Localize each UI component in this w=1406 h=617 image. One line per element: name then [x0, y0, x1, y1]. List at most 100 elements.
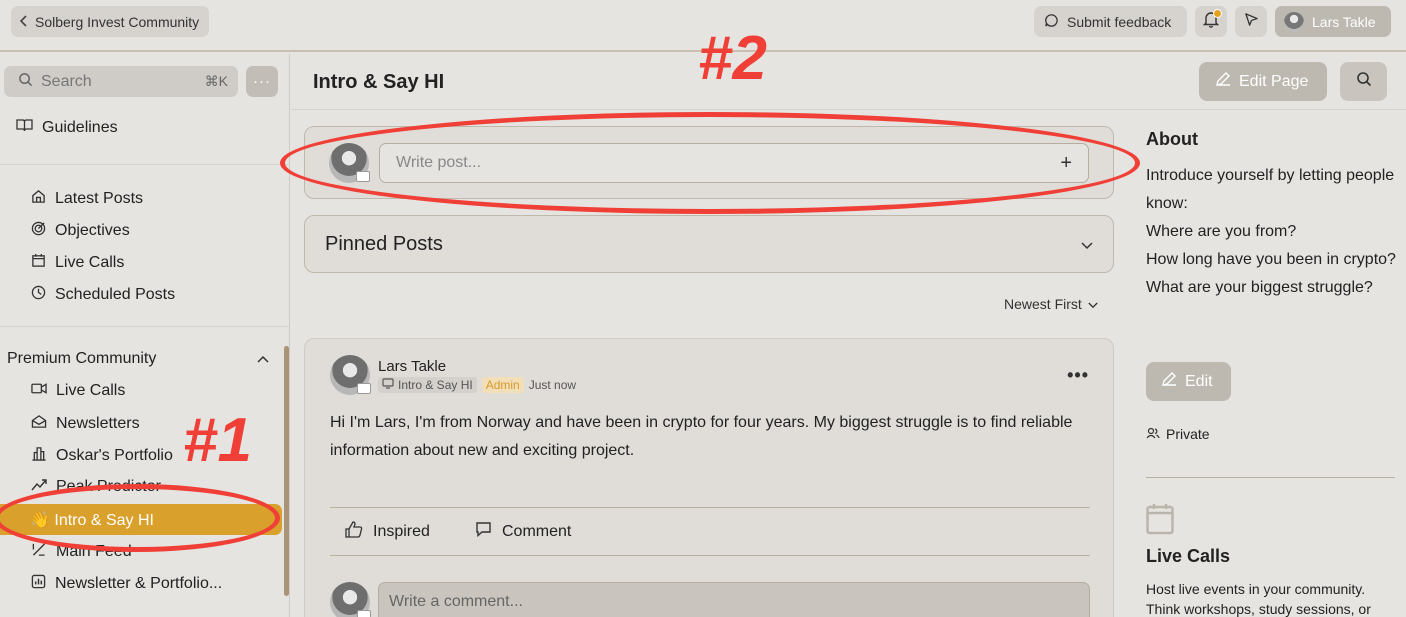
- sidebar-item-label: Live Calls: [56, 382, 126, 399]
- annotation-label-1: #1: [183, 406, 252, 475]
- sidebar-scrollbar[interactable]: [284, 346, 289, 596]
- user-menu-button[interactable]: Lars Takle: [1275, 6, 1391, 37]
- sidebar-item-oskars-portfolio[interactable]: Oskar's Portfolio: [31, 446, 173, 466]
- post-options-button[interactable]: •••: [1067, 365, 1089, 386]
- feedback-label: Submit feedback: [1067, 13, 1172, 30]
- comment-input[interactable]: Write a comment...: [378, 582, 1090, 617]
- annotation-label-2: #2: [698, 24, 767, 93]
- sidebar-item-label: Latest Posts: [55, 190, 144, 207]
- avatar-badge: [356, 171, 370, 182]
- pencil-icon: [1215, 71, 1231, 92]
- about-text: Introduce yourself by letting people kno…: [1146, 162, 1401, 302]
- comment-placeholder: Write a comment...: [389, 593, 523, 610]
- sidebar-item-label: Live Calls: [55, 254, 125, 271]
- calendar-icon: [1146, 503, 1174, 540]
- sidebar-divider: [0, 164, 290, 165]
- avatar-badge: [357, 383, 371, 394]
- privacy-label: Private: [1166, 426, 1210, 442]
- sidebar-item-newsletter-portfolio[interactable]: Newsletter & Portfolio...: [31, 574, 222, 594]
- sidebar-item-label: Peak Predictor: [56, 478, 161, 495]
- sidebar-item-guidelines[interactable]: Guidelines: [16, 118, 118, 137]
- pinned-posts-toggle[interactable]: Pinned Posts: [304, 215, 1114, 273]
- post-time: Just now: [528, 378, 577, 392]
- guidelines-label: Guidelines: [42, 118, 118, 136]
- notifications-button[interactable]: [1195, 6, 1227, 37]
- sidebar-item-label: Objectives: [55, 222, 130, 239]
- sidebar-item-newsletters[interactable]: Newsletters: [31, 414, 140, 434]
- sidebar-item-label: Main Feed: [56, 543, 132, 560]
- sidebar-item-main-feed[interactable]: Main Feed: [31, 542, 132, 562]
- sidebar-item-label: Newsletter & Portfolio...: [55, 575, 223, 592]
- sort-dropdown[interactable]: Newest First: [1004, 296, 1098, 312]
- comment-button[interactable]: Comment: [475, 521, 571, 542]
- thumbs-up-icon: [345, 521, 363, 543]
- sidebar-item-label: Newsletters: [56, 415, 140, 432]
- plus-icon[interactable]: +: [1060, 152, 1072, 175]
- post-divider: [330, 555, 1090, 556]
- right-divider: [1146, 477, 1395, 478]
- admin-badge: Admin: [481, 377, 524, 393]
- search-icon: [18, 72, 33, 92]
- building-icon: [31, 446, 47, 466]
- write-post-input[interactable]: Write post... +: [379, 143, 1089, 183]
- page-search-button[interactable]: [1340, 62, 1387, 101]
- edit-label: Edit: [1185, 372, 1213, 390]
- chevron-down-icon: [1088, 296, 1098, 312]
- sidebar-item-latest-posts[interactable]: Latest Posts: [31, 189, 143, 209]
- clock-icon: [31, 285, 46, 305]
- chat-bubble-icon: [1044, 13, 1059, 31]
- user-name: Lars Takle: [1312, 13, 1376, 30]
- avatar-badge: [357, 610, 371, 617]
- avatar: [330, 582, 371, 617]
- sidebar-item-live-calls[interactable]: Live Calls: [31, 253, 124, 273]
- live-calls-description: Host live events in your community. Thin…: [1146, 581, 1371, 617]
- chevron-left-icon: [19, 14, 29, 30]
- edit-about-button[interactable]: Edit: [1146, 362, 1231, 401]
- calendar-icon: [31, 253, 46, 273]
- avatar: [330, 355, 371, 395]
- pinned-posts-title: Pinned Posts: [325, 232, 443, 255]
- about-line: Introduce yourself by letting people kno…: [1146, 167, 1395, 212]
- back-to-community-button[interactable]: Solberg Invest Community: [11, 6, 210, 37]
- about-line: What are your biggest struggle?: [1146, 279, 1373, 296]
- home-icon: [31, 189, 46, 209]
- pencil-icon: [1161, 371, 1177, 392]
- sidebar-item-peak-predictor[interactable]: Peak Predictor: [31, 478, 161, 496]
- monitor-icon: [382, 378, 394, 392]
- submit-feedback-button[interactable]: Submit feedback: [1034, 6, 1187, 37]
- feed-icon: [31, 542, 47, 562]
- notification-dot: [1213, 9, 1222, 18]
- sidebar-item-intro-say-hi[interactable]: 👋 Intro & Say HI: [0, 504, 282, 535]
- search-placeholder: Search: [41, 72, 92, 90]
- sidebar-item-objectives[interactable]: Objectives: [31, 221, 130, 241]
- sidebar-item-label: Oskar's Portfolio: [56, 447, 173, 464]
- search-input[interactable]: Search ⌘K: [4, 66, 238, 97]
- inspired-label: Inspired: [373, 523, 430, 540]
- post-meta: Intro & Say HI Admin Just now: [378, 377, 576, 393]
- edit-page-button[interactable]: Edit Page: [1199, 62, 1327, 101]
- send-arrow-icon: [1244, 12, 1259, 32]
- premium-community-section[interactable]: Premium Community: [7, 350, 269, 368]
- users-icon: [1146, 426, 1160, 442]
- send-button[interactable]: [1235, 6, 1267, 37]
- post-divider: [330, 507, 1090, 508]
- sidebar-item-premium-live-calls[interactable]: Live Calls: [31, 382, 125, 400]
- sidebar-more-button[interactable]: ···: [246, 66, 278, 97]
- sidebar-item-scheduled-posts[interactable]: Scheduled Posts: [31, 285, 175, 305]
- user-avatar: [1284, 11, 1304, 32]
- about-line: Where are you from?: [1146, 223, 1297, 240]
- video-icon: [31, 382, 47, 400]
- privacy-indicator: Private: [1146, 426, 1210, 442]
- trend-icon: [31, 478, 47, 496]
- space-chip[interactable]: Intro & Say HI: [378, 377, 477, 393]
- section-title: Premium Community: [7, 350, 157, 367]
- post-author[interactable]: Lars Takle: [378, 358, 446, 375]
- back-button-label: Solberg Invest Community: [35, 13, 200, 30]
- about-title: About: [1146, 129, 1198, 149]
- edit-page-label: Edit Page: [1239, 72, 1309, 90]
- write-post-card: Write post... +: [304, 126, 1114, 199]
- inspired-button[interactable]: Inspired: [345, 521, 430, 543]
- sidebar: Search ⌘K ··· Guidelines Latest Posts Ob…: [0, 54, 290, 617]
- search-shortcut: ⌘K: [204, 73, 228, 89]
- page-title: Intro & Say HI: [313, 71, 445, 93]
